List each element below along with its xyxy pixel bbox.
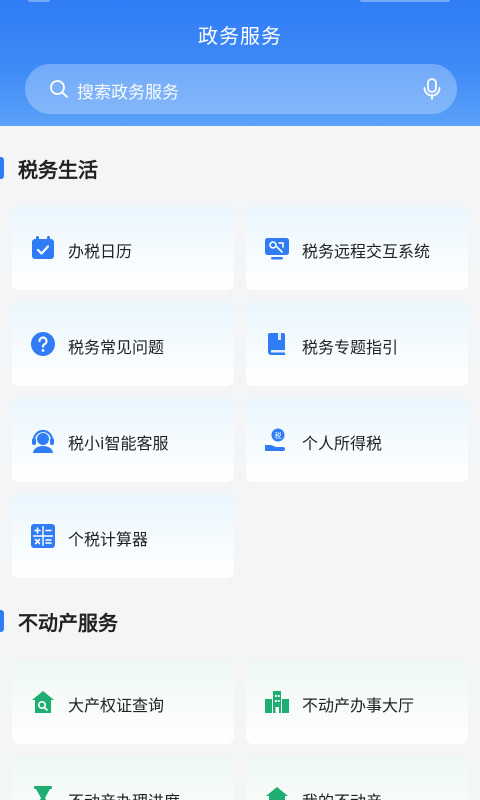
- card-label: 个人所得税: [302, 434, 383, 453]
- card-label: 办税日历: [68, 242, 133, 261]
- card-tax-calendar[interactable]: 办税日历: [12, 207, 234, 290]
- search-bar[interactable]: 搜索政务服务: [25, 64, 457, 114]
- status-time: [28, 0, 50, 2]
- status-bar: [0, 0, 480, 10]
- page-title: 政务服务: [198, 24, 282, 48]
- card-label: 不动产办理进度: [68, 788, 180, 800]
- card-property-cert-query[interactable]: 大产权证查询: [12, 661, 234, 744]
- card-label: 大产权证查询: [68, 696, 165, 715]
- svg-text:税: 税: [275, 431, 282, 440]
- page: 政务服务 搜索政务服务 税务生活 办税日历 税务远程交互系统 税务常见问题 税务…: [0, 0, 480, 800]
- house-search-icon: [32, 691, 54, 713]
- section-accent-bar: [0, 610, 4, 632]
- headset-agent-icon: [32, 429, 54, 453]
- section-title-text: 不动产服务: [18, 610, 118, 635]
- status-icons: [360, 0, 450, 2]
- card-personal-income-tax[interactable]: 税 个人所得税: [246, 399, 468, 482]
- hourglass-icon: [34, 786, 52, 800]
- card-smart-service[interactable]: 税小i智能客服: [12, 399, 234, 482]
- my-house-icon: [266, 787, 288, 800]
- header: 政务服务 搜索政务服务: [0, 0, 480, 126]
- card-label: 我的不动产: [302, 788, 382, 800]
- card-real-estate-progress[interactable]: 不动产办理进度: [12, 757, 234, 800]
- card-label: 税务远程交互系统: [302, 242, 431, 261]
- section-title-real-estate: 不动产服务: [0, 606, 118, 636]
- card-label: 个税计算器: [68, 530, 149, 549]
- card-tax-calculator[interactable]: 个税计算器: [12, 495, 234, 578]
- card-label: 税小i智能客服: [68, 434, 169, 453]
- card-label: 税务专题指引: [302, 338, 399, 357]
- calculator-icon: [31, 524, 55, 548]
- question-icon: [31, 332, 55, 356]
- search-input[interactable]: 搜索政务服务: [77, 78, 179, 103]
- card-label: 不动产办事大厅: [302, 696, 415, 715]
- card-tax-topic-guide[interactable]: 税务专题指引: [246, 303, 468, 386]
- book-icon: [267, 333, 285, 355]
- office-building-icon: [265, 691, 289, 713]
- card-my-real-estate[interactable]: 我的不动产: [246, 757, 468, 800]
- section-title-text: 税务生活: [18, 157, 98, 182]
- calendar-icon: [32, 236, 54, 259]
- remote-monitor-icon: [265, 238, 289, 260]
- section-title-tax: 税务生活: [0, 153, 98, 183]
- hand-coin-icon: 税: [265, 428, 285, 451]
- search-icon: [50, 80, 68, 98]
- microphone-icon[interactable]: [421, 77, 443, 101]
- card-real-estate-hall[interactable]: 不动产办事大厅: [246, 661, 468, 744]
- card-label: 税务常见问题: [68, 338, 165, 357]
- card-tax-faq[interactable]: 税务常见问题: [12, 303, 234, 386]
- card-tax-remote-system[interactable]: 税务远程交互系统: [246, 207, 468, 290]
- section-accent-bar: [0, 157, 4, 179]
